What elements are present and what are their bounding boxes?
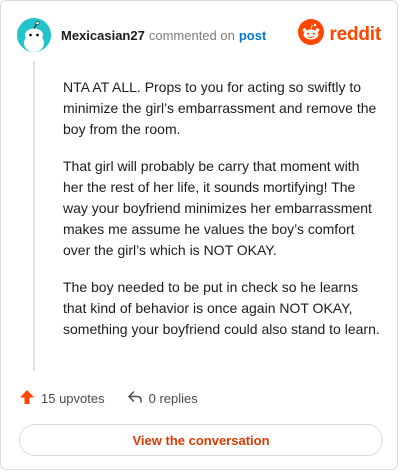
view-conversation-button[interactable]: View the conversation bbox=[19, 424, 383, 456]
username-link[interactable]: Mexicasian27 bbox=[61, 28, 145, 43]
post-link[interactable]: post bbox=[239, 28, 266, 43]
reply-arrow-icon bbox=[127, 389, 143, 408]
comment-paragraph: The boy needed to be put in check so he … bbox=[63, 279, 380, 337]
reply-count: 0 replies bbox=[148, 391, 198, 406]
thread-line[interactable] bbox=[33, 61, 35, 371]
reddit-brand[interactable]: reddit bbox=[298, 19, 381, 50]
reddit-logo-icon bbox=[298, 19, 325, 50]
upvote-count: 15 upvotes bbox=[41, 391, 105, 406]
comment-header: Mexicasian27 commented on post reddit bbox=[17, 17, 381, 53]
upvote-arrow-icon bbox=[19, 389, 35, 408]
comment-card: Mexicasian27 commented on post reddit NT… bbox=[0, 0, 398, 470]
comment-paragraph: That girl will probably be carry that mo… bbox=[63, 158, 372, 258]
snoo-avatar-icon[interactable] bbox=[17, 18, 51, 52]
upvote-button[interactable]: 15 upvotes bbox=[19, 389, 105, 408]
comment-body: NTA AT ALL. Props to you for acting so s… bbox=[63, 77, 381, 356]
comment-actions: 15 upvotes 0 replies bbox=[19, 389, 220, 408]
comment-paragraph: NTA AT ALL. Props to you for acting so s… bbox=[63, 79, 377, 137]
comment-meta: Mexicasian27 commented on post bbox=[61, 28, 266, 43]
commented-label: commented on bbox=[148, 27, 235, 43]
reddit-wordmark: reddit bbox=[329, 23, 381, 45]
reply-button[interactable]: 0 replies bbox=[127, 389, 198, 408]
